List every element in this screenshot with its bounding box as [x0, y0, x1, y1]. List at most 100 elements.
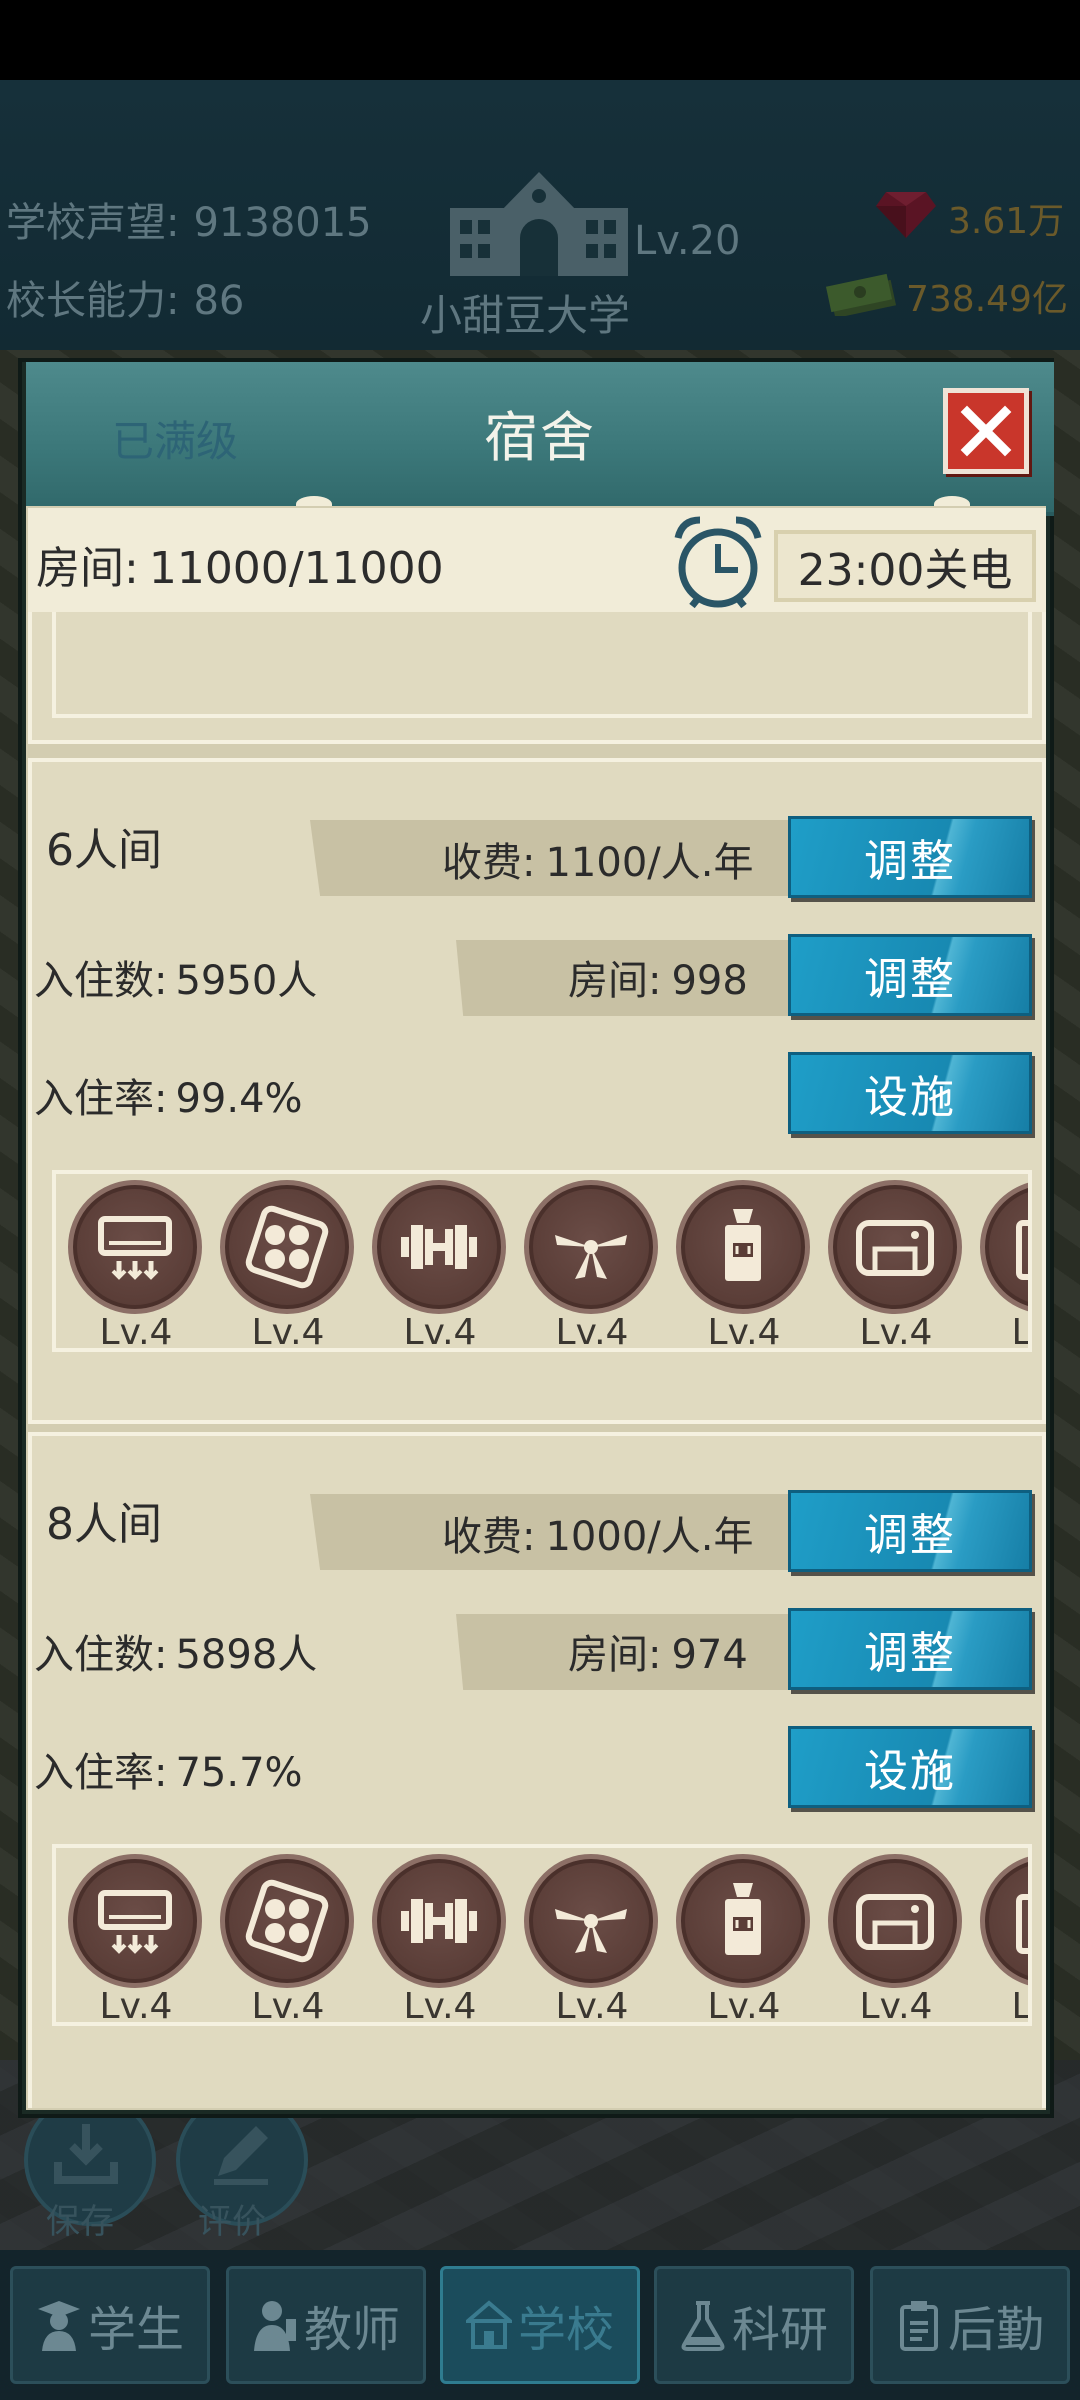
facility-row: Lv.4 Lv.4 Lv.4 Lv.4 Lv.4 Lv.4 L — [52, 1170, 1032, 1352]
rooms-value: 998 — [671, 958, 748, 1004]
facilities-button[interactable]: 设施 — [788, 1052, 1032, 1134]
occupants-value: 5898人 — [175, 1632, 318, 1678]
reputation-label: 学校声望: — [6, 200, 180, 246]
rooms-label: 房间: — [568, 958, 662, 1004]
facility-level: Lv.4 — [555, 1312, 629, 1352]
rooms-label: 房间: — [568, 1632, 662, 1678]
room-card: 8人间 收费: 1000/人.年 调整 入住数: 5898人 房间: 974 调整 入… — [28, 1432, 1046, 2108]
fee-value: 1000/人.年 — [545, 1514, 754, 1560]
facility-item[interactable]: Lv.4 — [676, 1854, 812, 2022]
four-circles-icon — [245, 1205, 329, 1289]
tab-school-label: 学校 — [517, 2302, 614, 2358]
fee-value: 1100/人.年 — [545, 840, 754, 886]
washing-machine-icon — [856, 1220, 934, 1276]
dumbbell-icon — [401, 1225, 477, 1269]
principal-value: 86 — [193, 278, 245, 324]
dialog-title: 宿舍 — [484, 406, 596, 469]
facility-item[interactable]: Lv.4 — [220, 1180, 356, 1348]
reputation-value: 9138015 — [193, 200, 372, 246]
adjust-fee-button[interactable]: 调整 — [788, 1490, 1032, 1572]
save-label: 保存 — [46, 2202, 114, 2242]
ceiling-fan-icon — [555, 1235, 627, 1279]
rooms-row: 房间: 974 — [568, 1622, 748, 1680]
facility-level: Lv.4 — [403, 1312, 477, 1352]
money-icon — [826, 273, 897, 316]
clipboard-icon — [899, 2301, 938, 2351]
tab-school[interactable]: 学校 — [440, 2266, 640, 2384]
facility-level: Lv.4 — [859, 1312, 933, 1352]
principal-row: 校长能力: 86 — [6, 268, 244, 326]
facility-item[interactable]: Lv.4 — [220, 1854, 356, 2026]
reputation-row: 学校声望: 9138015 — [6, 190, 372, 248]
facility-item[interactable]: Lv.4 — [68, 1854, 204, 2026]
student-icon — [37, 2301, 80, 2351]
total-rooms: 房间: 11000/11000 — [36, 532, 444, 596]
facility-level: Lv.4 — [99, 1312, 173, 1352]
occupants-row: 入住数: 5950人 — [34, 948, 317, 1006]
occupants-label: 入住数: — [34, 1632, 168, 1678]
facility-level: Lv.4 — [1011, 1312, 1032, 1352]
rate-row: 入住率: 75.7% — [34, 1740, 303, 1798]
rate-label: 入住率: — [34, 1750, 168, 1796]
rate-row: 入住率: 99.4% — [34, 1066, 303, 1124]
principal-label: 校长能力: — [6, 278, 180, 324]
review-label: 评价 — [198, 2202, 266, 2242]
gem-count: 3.61万 — [948, 201, 1065, 242]
facility-item[interactable]: Lv.4 — [676, 1180, 812, 1352]
fee-row: 收费: 1100/人.年 — [442, 830, 753, 888]
facility-item[interactable]: Lv.4 — [828, 1180, 964, 1352]
air-conditioner-icon — [98, 1216, 172, 1280]
gem-icon — [876, 192, 936, 238]
facility-item[interactable]: Lv.4 — [980, 1854, 1032, 2026]
facility-level: Lv.4 — [707, 1312, 781, 1352]
facility-level: Lv.4 — [99, 1986, 173, 2026]
total-rooms-label: 房间: — [36, 543, 139, 594]
alarm-clock-icon[interactable] — [672, 514, 764, 614]
ceiling-fan-icon — [555, 1909, 627, 1953]
adjust-rooms-button[interactable]: 调整 — [788, 934, 1032, 1016]
air-conditioner-icon — [98, 1890, 172, 1954]
facility-item[interactable]: Lv.4 — [372, 1854, 508, 2026]
facility-item[interactable]: Lv.4 — [372, 1180, 508, 1352]
fee-label: 收费: — [442, 840, 536, 886]
room-list[interactable]: Lv.4 Lv.4 Lv.4 Lv.4 Lv.4 Lv.4 Lv.4 6人间 收… — [28, 612, 1046, 2108]
adjust-rooms-button[interactable]: 调整 — [788, 1608, 1032, 1690]
cabinet-icon — [1016, 1220, 1028, 1280]
facility-item[interactable]: Lv.4 — [828, 1854, 964, 2026]
rate-value: 75.7% — [175, 1750, 303, 1796]
facility-item[interactable]: Lv.4 — [980, 1180, 1032, 1352]
tab-logistics[interactable]: 后勤 — [870, 2266, 1070, 2384]
facility-level: Lv.4 — [1011, 1986, 1032, 2026]
rate-value: 99.4% — [175, 1076, 303, 1122]
facility-item[interactable]: Lv.4 — [524, 1180, 660, 1352]
adjust-fee-button[interactable]: 调整 — [788, 816, 1032, 898]
facility-item[interactable]: Lv.4 — [524, 1854, 660, 2026]
room-type-title: 8人间 — [46, 1499, 162, 1550]
maxed-status: 已满级 — [112, 417, 239, 466]
occupants-row: 入住数: 5898人 — [34, 1622, 317, 1680]
fee-row: 收费: 1000/人.年 — [442, 1504, 753, 1562]
rooms-value: 974 — [671, 1632, 748, 1678]
tab-teachers-label: 教师 — [303, 2302, 400, 2358]
tab-research[interactable]: 科研 — [654, 2266, 854, 2384]
washing-machine-icon — [856, 1894, 934, 1950]
cabinet-icon — [1016, 1894, 1028, 1954]
school-building-icon[interactable] — [450, 172, 628, 276]
tab-students[interactable]: 学生 — [10, 2266, 210, 2384]
facility-level: Lv.4 — [403, 1986, 477, 2026]
dumbbell-icon — [401, 1899, 477, 1943]
close-icon — [960, 405, 1012, 457]
lights-off-time[interactable]: 23:00关电 — [774, 530, 1036, 602]
status-bar — [0, 0, 1080, 80]
facility-level: Lv.4 — [251, 1986, 325, 2026]
school-name: 小甜豆大学 — [420, 291, 631, 340]
facility-level: Lv.4 — [859, 1986, 933, 2026]
water-dispenser-icon — [725, 1883, 761, 1955]
facility-level: Lv.4 — [555, 1986, 629, 2026]
facilities-button[interactable]: 设施 — [788, 1726, 1032, 1808]
rate-label: 入住率: — [34, 1076, 168, 1122]
facility-item[interactable]: Lv.4 — [68, 1180, 204, 1352]
school-level: Lv.20 — [634, 218, 741, 264]
tab-teachers[interactable]: 教师 — [226, 2266, 426, 2384]
close-button[interactable] — [943, 388, 1029, 474]
